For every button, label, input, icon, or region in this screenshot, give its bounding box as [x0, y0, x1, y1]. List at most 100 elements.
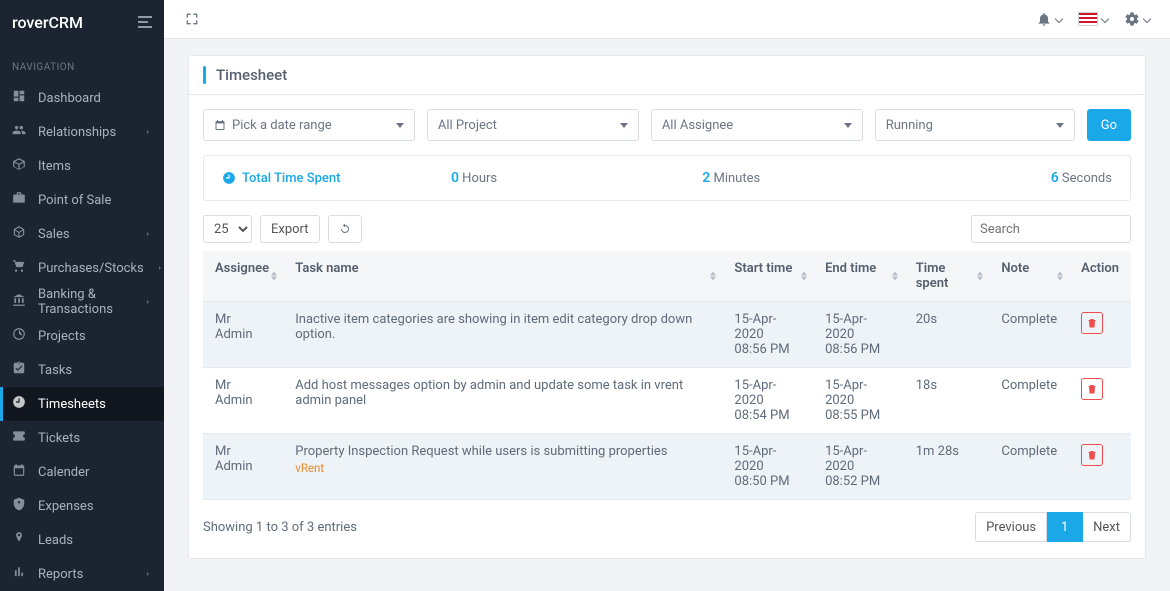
cell: 15-Apr-202008:54 PM — [722, 368, 813, 434]
sidebar-item-projects[interactable]: Projects — [0, 319, 164, 353]
page-prev[interactable]: Previous — [975, 512, 1047, 542]
total-time-label: Total Time Spent — [222, 171, 340, 186]
topbar — [164, 0, 1170, 39]
column-note[interactable]: Note — [989, 251, 1069, 302]
sidebar-item-expenses[interactable]: Expenses — [0, 489, 164, 523]
tickets-icon — [12, 429, 26, 447]
menu-toggle-icon[interactable] — [138, 16, 152, 28]
banking-transactions-icon — [12, 293, 26, 311]
go-button[interactable]: Go — [1087, 109, 1131, 141]
pagination: Previous 1 Next — [975, 512, 1131, 542]
entries-info: Showing 1 to 3 of 3 entries — [203, 520, 357, 535]
export-button[interactable]: Export — [260, 215, 320, 243]
relationships-icon — [12, 123, 26, 141]
timesheets-icon — [12, 395, 26, 413]
delete-button[interactable] — [1081, 444, 1103, 466]
sidebar-item-leads[interactable]: Leads — [0, 523, 164, 557]
filter-date-label: Pick a date range — [232, 118, 396, 133]
sidebar-item-label: Dashboard — [38, 91, 101, 106]
table-row: Mr AdminInactive item categories are sho… — [203, 302, 1131, 368]
cell: Complete — [989, 302, 1069, 368]
sidebar-item-label: Tasks — [38, 363, 72, 378]
table-toolbar: 25 Export — [203, 215, 1131, 243]
sidebar-item-reports[interactable]: Reports — [0, 557, 164, 591]
task-subtitle: vRent — [295, 461, 710, 475]
table-row: Mr AdminAdd host messages option by admi… — [203, 368, 1131, 434]
filter-assignee[interactable]: All Assignee — [651, 109, 863, 141]
caret-down-icon — [844, 123, 852, 128]
timesheet-table: AssigneeTask nameStart timeEnd timeTime … — [203, 251, 1131, 500]
brand: roverCRM — [12, 13, 83, 32]
chevron-right-icon — [144, 295, 152, 310]
column-start-time[interactable]: Start time — [722, 251, 813, 302]
sidebar-item-label: Items — [38, 159, 71, 174]
filter-project[interactable]: All Project — [427, 109, 639, 141]
search-input[interactable] — [971, 215, 1131, 243]
column-end-time[interactable]: End time — [813, 251, 904, 302]
column-assignee[interactable]: Assignee — [203, 251, 283, 302]
sidebar-item-purchases-stocks[interactable]: Purchases/Stocks — [0, 251, 164, 285]
sidebar-item-calender[interactable]: Calender — [0, 455, 164, 489]
sort-icon — [801, 272, 807, 281]
clock-icon — [222, 171, 236, 185]
notifications-icon[interactable] — [1036, 11, 1062, 27]
sidebar-item-label: Sales — [38, 227, 70, 242]
timesheet-card: Timesheet Pick a date range All Project … — [188, 55, 1146, 559]
cell: Property Inspection Request while users … — [283, 434, 722, 500]
page-size-select[interactable]: 25 — [203, 215, 252, 243]
sidebar-item-label: Point of Sale — [38, 193, 111, 208]
purchases-stocks-icon — [12, 259, 26, 277]
projects-icon — [12, 327, 26, 345]
sort-icon — [710, 272, 716, 281]
settings-icon[interactable] — [1124, 11, 1150, 27]
calendar-icon — [214, 119, 226, 131]
sidebar-item-dashboard[interactable]: Dashboard — [0, 81, 164, 115]
sidebar-item-items[interactable]: Items — [0, 149, 164, 183]
dashboard-icon — [12, 89, 26, 107]
search-box — [971, 215, 1131, 243]
filter-status[interactable]: Running — [875, 109, 1075, 141]
refresh-button[interactable] — [328, 215, 362, 243]
sidebar-item-tickets[interactable]: Tickets — [0, 421, 164, 455]
leads-icon — [12, 531, 26, 549]
page-next[interactable]: Next — [1083, 512, 1131, 542]
cell — [1069, 368, 1131, 434]
cell: 15-Apr-202008:56 PM — [722, 302, 813, 368]
sort-icon — [1057, 272, 1063, 281]
column-action[interactable]: Action — [1069, 251, 1131, 302]
page-1[interactable]: 1 — [1047, 512, 1083, 542]
delete-button[interactable] — [1081, 378, 1103, 400]
items-icon — [12, 157, 26, 175]
language-switch[interactable] — [1078, 12, 1108, 26]
filter-date-range[interactable]: Pick a date range — [203, 109, 415, 141]
chevron-down-icon — [1143, 15, 1151, 23]
sidebar-item-banking-transactions[interactable]: Banking & Transactions — [0, 285, 164, 319]
cell: Complete — [989, 434, 1069, 500]
page: Timesheet Pick a date range All Project … — [164, 0, 1170, 591]
column-task-name[interactable]: Task name — [283, 251, 722, 302]
cell: Inactive item categories are showing in … — [283, 302, 722, 368]
nav-list: Dashboard Relationships Items Point of Sale… — [0, 81, 164, 591]
flag-uk-icon — [1078, 12, 1098, 26]
table-row: Mr AdminProperty Inspection Request whil… — [203, 434, 1131, 500]
sales-icon — [12, 225, 26, 243]
sidebar-item-timesheets[interactable]: Timesheets — [0, 387, 164, 421]
chevron-right-icon — [144, 125, 152, 140]
column-time-spent[interactable]: Time spent — [904, 251, 990, 302]
expand-icon[interactable] — [184, 11, 200, 27]
trash-icon — [1086, 449, 1098, 461]
sidebar-item-point-of-sale[interactable]: Point of Sale — [0, 183, 164, 217]
sidebar-item-tasks[interactable]: Tasks — [0, 353, 164, 387]
sidebar-item-sales[interactable]: Sales — [0, 217, 164, 251]
delete-button[interactable] — [1081, 312, 1103, 334]
sidebar-header: roverCRM — [0, 0, 164, 44]
cell: Add host messages option by admin and up… — [283, 368, 722, 434]
sidebar-item-relationships[interactable]: Relationships — [0, 115, 164, 149]
cell: 15-Apr-202008:50 PM — [722, 434, 813, 500]
point-of-sale-icon — [12, 191, 26, 209]
refresh-icon — [339, 223, 351, 235]
chevron-down-icon — [1101, 15, 1109, 23]
cell: Mr Admin — [203, 368, 283, 434]
table-footer: Showing 1 to 3 of 3 entries Previous 1 N… — [203, 512, 1131, 542]
caret-down-icon — [1056, 123, 1064, 128]
